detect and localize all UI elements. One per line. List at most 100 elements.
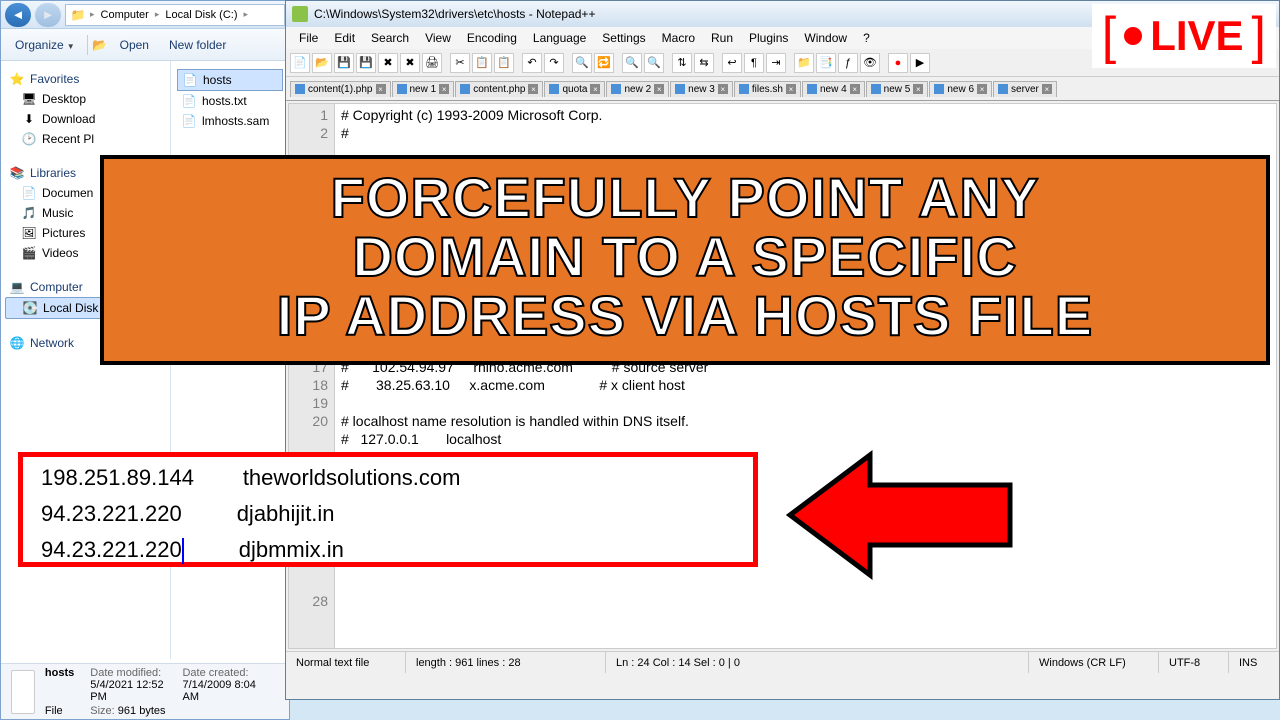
menu-edit[interactable]: Edit xyxy=(327,29,362,47)
indent-icon[interactable]: ⇥ xyxy=(766,53,786,73)
red-arrow-icon xyxy=(760,440,1020,590)
close-icon[interactable]: ✖ xyxy=(378,53,398,73)
wordwrap-icon[interactable]: ↩ xyxy=(722,53,742,73)
tab[interactable]: server× xyxy=(993,81,1057,97)
menu-settings[interactable]: Settings xyxy=(595,29,652,47)
live-badge: [ LIVE ] xyxy=(1092,4,1276,68)
video-title-overlay: FORCEFULLY POINT ANY DOMAIN TO A SPECIFI… xyxy=(100,155,1270,365)
nav-back-button[interactable]: ◄ xyxy=(5,3,31,27)
zoomin-icon[interactable]: 🔍 xyxy=(622,53,642,73)
status-encoding: UTF-8 xyxy=(1159,652,1229,673)
tab[interactable]: files.sh× xyxy=(734,81,801,97)
folder-icon[interactable]: 📁 xyxy=(794,53,814,73)
tab-close-icon[interactable]: × xyxy=(1042,84,1052,94)
tab-icon xyxy=(934,84,944,94)
tab[interactable]: content.php× xyxy=(455,81,543,97)
tab-icon xyxy=(871,84,881,94)
libraries-icon: 📚 xyxy=(9,165,25,181)
tab-close-icon[interactable]: × xyxy=(786,84,796,94)
allchars-icon[interactable]: ¶ xyxy=(744,53,764,73)
npp-app-icon xyxy=(292,6,308,22)
monitor-icon[interactable]: 👁 xyxy=(860,53,880,73)
organize-button[interactable]: Organize▼ xyxy=(7,35,83,55)
sync-icon[interactable]: ⇆ xyxy=(694,53,714,73)
menu-view[interactable]: View xyxy=(418,29,458,47)
print-icon[interactable]: 🖨 xyxy=(422,53,442,73)
tab-close-icon[interactable]: × xyxy=(439,84,449,94)
menu-encoding[interactable]: Encoding xyxy=(460,29,524,47)
play-icon[interactable]: ▶ xyxy=(910,53,930,73)
tab-close-icon[interactable]: × xyxy=(528,84,538,94)
tab-close-icon[interactable]: × xyxy=(590,84,600,94)
tab-icon xyxy=(549,84,559,94)
tab[interactable]: new 3× xyxy=(670,81,733,97)
undo-icon[interactable]: ↶ xyxy=(522,53,542,73)
path-segment[interactable]: Computer xyxy=(99,9,151,21)
tab-icon xyxy=(397,84,407,94)
hosts-highlight-box: 198.251.89.144 theworldsolutions.com 94.… xyxy=(18,452,758,567)
funclist-icon[interactable]: ƒ xyxy=(838,53,858,73)
status-filetype: Normal text file xyxy=(286,652,406,673)
menu-help[interactable]: ? xyxy=(856,29,877,47)
details-name: hosts xyxy=(45,667,74,703)
tab-close-icon[interactable]: × xyxy=(977,84,987,94)
tab[interactable]: new 5× xyxy=(866,81,929,97)
tab-close-icon[interactable]: × xyxy=(850,84,860,94)
new-icon[interactable]: 📄 xyxy=(290,53,310,73)
menu-window[interactable]: Window xyxy=(797,29,854,47)
file-icon: 📄 xyxy=(181,113,197,129)
tab[interactable]: new 1× xyxy=(392,81,455,97)
recent-icon: 🕑 xyxy=(21,131,37,147)
closeall-icon[interactable]: ✖ xyxy=(400,53,420,73)
nav-forward-button[interactable]: ► xyxy=(35,3,61,27)
file-large-icon xyxy=(11,670,35,714)
file-icon: 📄 xyxy=(181,93,197,109)
computer-icon: 💻 xyxy=(9,279,25,295)
open-icon[interactable]: 📂 xyxy=(312,53,332,73)
menu-plugins[interactable]: Plugins xyxy=(742,29,795,47)
sync-icon[interactable]: ⇅ xyxy=(672,53,692,73)
paste-icon[interactable]: 📋 xyxy=(494,53,514,73)
save-icon[interactable]: 💾 xyxy=(334,53,354,73)
tab[interactable]: new 2× xyxy=(606,81,669,97)
file-item[interactable]: 📄lmhosts.sam xyxy=(177,111,283,131)
tab-close-icon[interactable]: × xyxy=(913,84,923,94)
tab[interactable]: new 4× xyxy=(802,81,865,97)
sidebar-favorites[interactable]: ⭐Favorites xyxy=(5,69,166,89)
explorer-titlebar: ◄ ► 📁 ▸ Computer ▸ Local Disk (C:) ▸ xyxy=(1,1,289,29)
path-segment[interactable]: Local Disk (C:) xyxy=(163,9,239,21)
find-icon[interactable]: 🔍 xyxy=(572,53,592,73)
open-icon: 📂 xyxy=(92,37,108,53)
file-icon: 📄 xyxy=(182,72,198,88)
tab-close-icon[interactable]: × xyxy=(376,84,386,94)
menu-macro[interactable]: Macro xyxy=(655,29,702,47)
tab-close-icon[interactable]: × xyxy=(718,84,728,94)
cut-icon[interactable]: ✂ xyxy=(450,53,470,73)
menu-run[interactable]: Run xyxy=(704,29,740,47)
tab-icon xyxy=(460,84,470,94)
copy-icon[interactable]: 📋 xyxy=(472,53,492,73)
tab[interactable]: content(1).php× xyxy=(290,81,391,97)
file-item[interactable]: 📄hosts xyxy=(177,69,283,91)
sidebar-item-downloads[interactable]: ⬇Download xyxy=(5,109,166,129)
replace-icon[interactable]: 🔁 xyxy=(594,53,614,73)
details-type: File xyxy=(45,705,74,717)
menu-search[interactable]: Search xyxy=(364,29,416,47)
tab[interactable]: new 6× xyxy=(929,81,992,97)
zoomout-icon[interactable]: 🔍 xyxy=(644,53,664,73)
saveall-icon[interactable]: 💾 xyxy=(356,53,376,73)
newfolder-button[interactable]: New folder xyxy=(161,35,234,55)
doc-icon[interactable]: 📑 xyxy=(816,53,836,73)
sidebar-item-desktop[interactable]: 🖥Desktop xyxy=(5,89,166,109)
record-icon[interactable]: ● xyxy=(888,53,908,73)
menu-file[interactable]: File xyxy=(292,29,325,47)
address-bar[interactable]: 📁 ▸ Computer ▸ Local Disk (C:) ▸ xyxy=(65,4,285,26)
sidebar-item-recent[interactable]: 🕑Recent Pl xyxy=(5,129,166,149)
menu-language[interactable]: Language xyxy=(526,29,593,47)
live-dot-icon xyxy=(1124,27,1142,45)
tab-close-icon[interactable]: × xyxy=(654,84,664,94)
tab[interactable]: quota× xyxy=(544,81,605,97)
redo-icon[interactable]: ↷ xyxy=(544,53,564,73)
open-button[interactable]: Open xyxy=(112,35,157,55)
file-item[interactable]: 📄hosts.txt xyxy=(177,91,283,111)
